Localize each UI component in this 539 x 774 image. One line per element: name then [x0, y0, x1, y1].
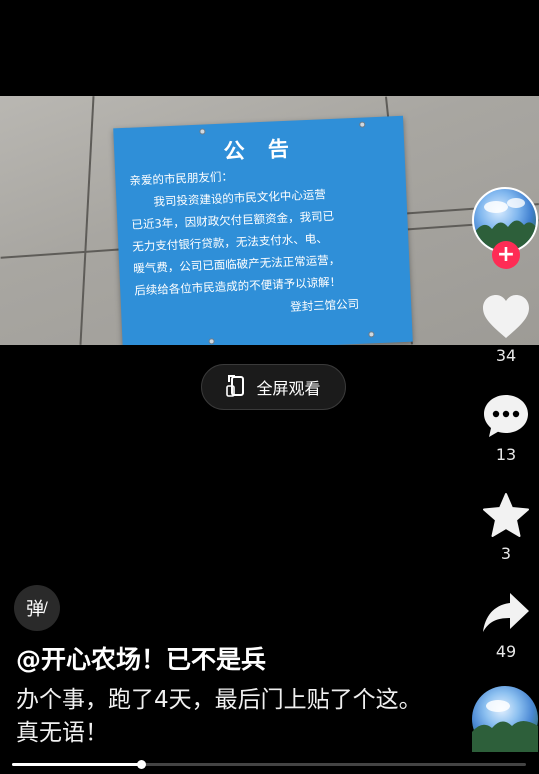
danmu-label: 弹 [26, 599, 45, 620]
comment-button[interactable]: 13 [474, 393, 538, 464]
author-name[interactable]: @开心农场！已不是兵 [16, 640, 266, 676]
share-count: 49 [495, 642, 517, 661]
progress-handle[interactable] [137, 760, 146, 769]
fullscreen-rotate-icon [226, 372, 248, 402]
danmu-toggle-button[interactable]: 弹 / [14, 585, 60, 631]
tile-seam [79, 96, 95, 345]
favorite-button[interactable]: 3 [474, 492, 538, 563]
screw [208, 338, 215, 345]
video-caption[interactable]: 办个事，跑了4天，最后门上贴了个这。真无语！ [16, 684, 436, 750]
progress-fill [12, 763, 141, 766]
screw [199, 128, 206, 135]
comment-icon [482, 393, 530, 443]
fullscreen-label: 全屏观看 [256, 379, 321, 398]
comment-count: 13 [495, 445, 517, 464]
notice-sign: 公 告 亲爱的市民朋友们： 我司投资建设的市民文化中心运营 已近3年，因财政欠付… [113, 115, 413, 345]
like-button[interactable]: 34 [474, 294, 538, 365]
heart-icon [482, 294, 530, 344]
share-button[interactable]: 49 [474, 590, 538, 661]
screw [359, 121, 366, 128]
fullscreen-button[interactable]: 全屏观看 [201, 364, 346, 410]
plus-icon: + [496, 242, 516, 267]
follow-button[interactable]: + [492, 241, 520, 269]
share-arrow-icon [481, 590, 531, 640]
like-count: 34 [495, 346, 517, 365]
star-icon [482, 492, 530, 542]
video-frame[interactable]: 公 告 亲爱的市民朋友们： 我司投资建设的市民文化中心运营 已近3年，因财政欠付… [0, 96, 539, 345]
favorite-count: 3 [500, 544, 512, 563]
screw [368, 331, 375, 338]
music-disc-avatar[interactable] [472, 686, 538, 752]
slash-icon: / [43, 600, 48, 616]
